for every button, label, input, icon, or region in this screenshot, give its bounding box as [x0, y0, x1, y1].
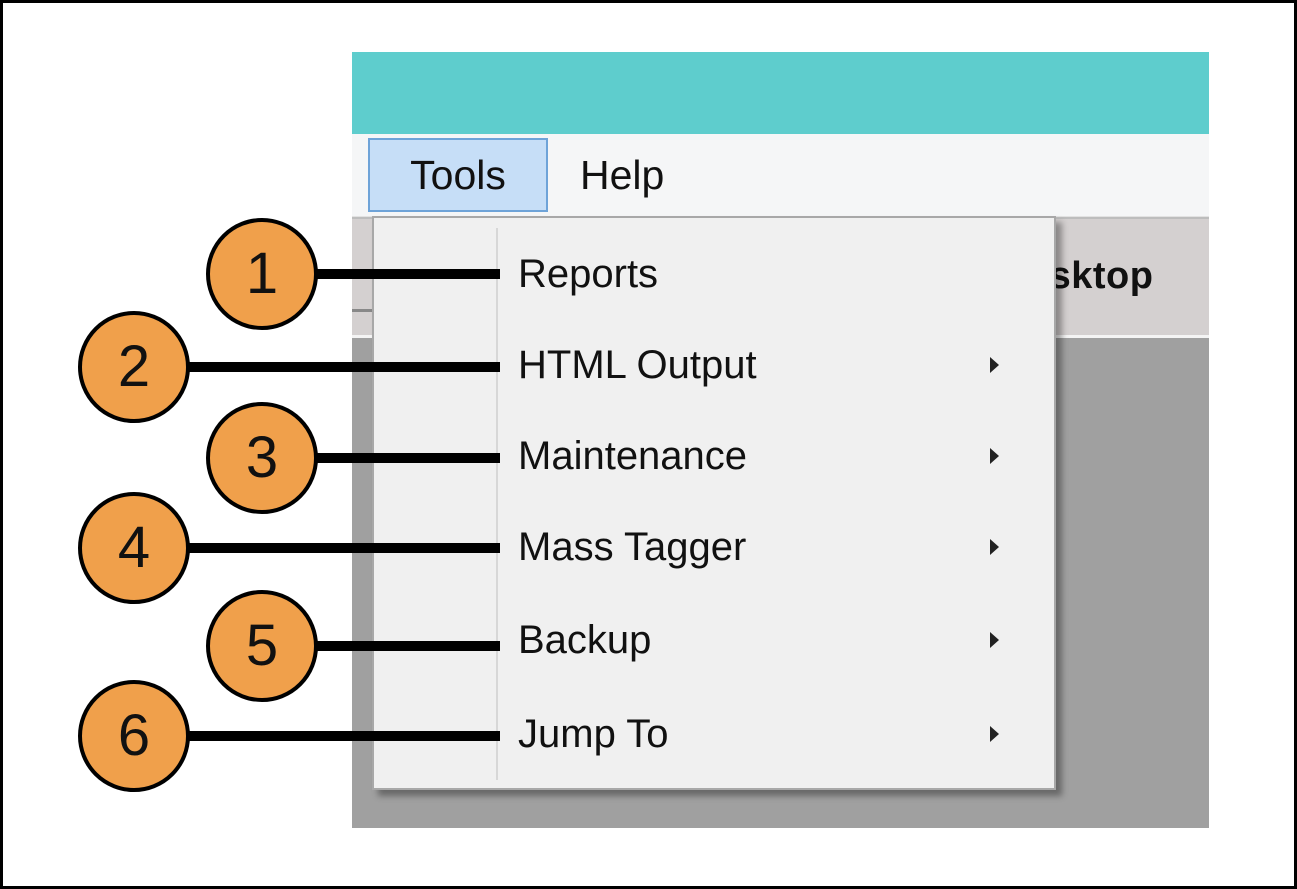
- callout-line-6: [180, 731, 500, 741]
- callout-4: 4: [78, 492, 190, 604]
- menu-bar: Tools Help: [352, 134, 1209, 217]
- title-bar: [352, 52, 1209, 134]
- menu-item-label: Backup: [518, 618, 652, 662]
- callout-line-2: [180, 362, 500, 372]
- menu-item-backup[interactable]: Backup: [374, 596, 1054, 684]
- submenu-arrow-icon: [990, 448, 999, 464]
- callout-5: 5: [206, 590, 318, 702]
- menu-item-label: Mass Tagger: [518, 525, 747, 569]
- callout-line-5: [310, 641, 500, 651]
- menu-item-label: Jump To: [518, 712, 669, 756]
- callout-2: 2: [78, 311, 190, 423]
- callout-3: 3: [206, 402, 318, 514]
- callout-line-3: [310, 453, 500, 463]
- menu-item-label: Maintenance: [518, 434, 748, 478]
- tools-dropdown-menu: Reports HTML Output Maintenance Mass Tag…: [372, 216, 1056, 790]
- callout-1: 1: [206, 218, 318, 330]
- menu-item-label: HTML Output: [518, 343, 757, 387]
- submenu-arrow-icon: [990, 632, 999, 648]
- callout-line-1: [310, 269, 500, 279]
- callout-6: 6: [78, 680, 190, 792]
- menu-help[interactable]: Help: [566, 138, 678, 212]
- submenu-arrow-icon: [990, 539, 999, 555]
- menu-tools[interactable]: Tools: [368, 138, 548, 212]
- submenu-arrow-icon: [990, 726, 999, 742]
- submenu-arrow-icon: [990, 357, 999, 373]
- callout-line-4: [180, 543, 500, 553]
- menu-item-label: Reports: [518, 252, 659, 296]
